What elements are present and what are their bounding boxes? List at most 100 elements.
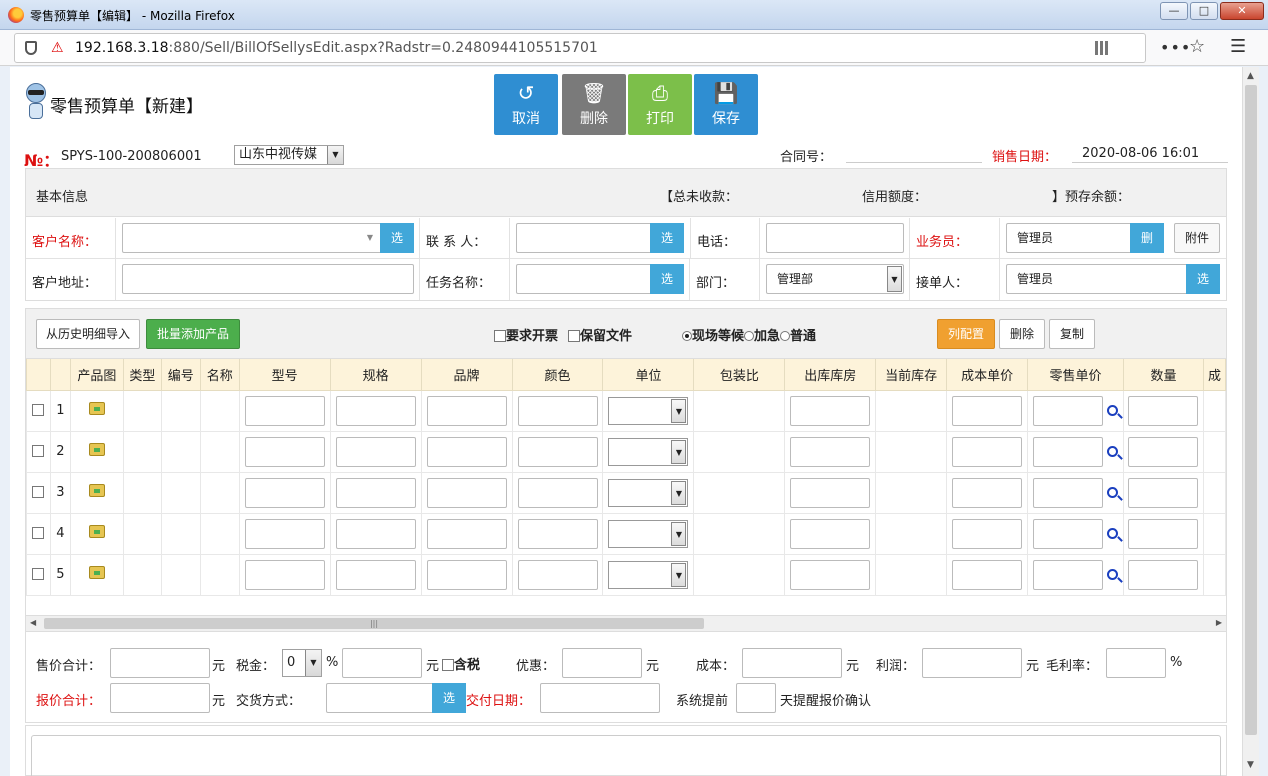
- invoice-option[interactable]: 要求开票: [494, 325, 558, 344]
- cost-price-input[interactable]: [952, 395, 1023, 426]
- product-image-icon[interactable]: [88, 484, 105, 497]
- search-icon[interactable]: [1107, 487, 1119, 498]
- task-select-button[interactable]: 选: [650, 264, 684, 294]
- contact-select-button[interactable]: 选: [650, 223, 684, 253]
- delivery-method-select-button[interactable]: 选: [432, 683, 466, 713]
- attachment-button[interactable]: 附件: [1174, 223, 1220, 253]
- spec-input[interactable]: [335, 559, 416, 590]
- unit-select[interactable]: ▼: [608, 437, 689, 466]
- cost-price-input[interactable]: [952, 518, 1023, 549]
- warehouse-input[interactable]: [790, 395, 871, 426]
- model-input[interactable]: [244, 395, 325, 426]
- spec-input[interactable]: [335, 477, 416, 508]
- scroll-left-icon[interactable]: ◀: [30, 618, 36, 627]
- color-input[interactable]: [517, 477, 598, 508]
- warehouse-input[interactable]: [790, 436, 871, 467]
- page-actions-icon[interactable]: •••: [1160, 38, 1191, 57]
- quantity-input[interactable]: [1128, 559, 1199, 590]
- close-window-button[interactable]: ✕: [1220, 2, 1264, 20]
- color-input[interactable]: [517, 518, 598, 549]
- horizontal-scrollbar[interactable]: ◀ ||| ▶: [26, 615, 1226, 632]
- model-input[interactable]: [244, 436, 325, 467]
- sale-total-input[interactable]: [110, 648, 210, 678]
- phone-input[interactable]: [766, 223, 904, 253]
- product-image-icon[interactable]: [88, 525, 105, 538]
- customer-select-button[interactable]: 选: [380, 223, 414, 253]
- batch-add-products-button[interactable]: 批量添加产品: [146, 319, 240, 349]
- retail-price-input[interactable]: [1033, 559, 1104, 590]
- color-input[interactable]: [517, 395, 598, 426]
- department-select[interactable]: 管理部 ▼: [766, 264, 904, 294]
- bookmark-star-icon[interactable]: ☆: [1189, 36, 1205, 57]
- row-checkbox[interactable]: [32, 527, 45, 539]
- cost-price-input[interactable]: [952, 559, 1023, 590]
- delivery-date-input[interactable]: [540, 683, 660, 713]
- quantity-input[interactable]: [1128, 395, 1199, 426]
- product-image-icon[interactable]: [88, 402, 105, 415]
- brand-input[interactable]: [426, 518, 507, 549]
- unit-select[interactable]: ▼: [608, 519, 689, 548]
- retail-price-input[interactable]: [1033, 518, 1104, 549]
- quote-total-input[interactable]: [110, 683, 210, 713]
- cost-input[interactable]: [742, 648, 842, 678]
- spec-input[interactable]: [335, 518, 416, 549]
- tax-included-checkbox[interactable]: [442, 659, 454, 671]
- margin-input[interactable]: [1106, 648, 1166, 678]
- copy-rows-button[interactable]: 复制: [1049, 319, 1095, 349]
- receiver-select-button[interactable]: 选: [1186, 264, 1220, 294]
- cost-price-input[interactable]: [952, 436, 1023, 467]
- vertical-scrollbar[interactable]: ▲ ▼: [1242, 67, 1259, 776]
- vertical-scroll-thumb[interactable]: [1245, 85, 1257, 735]
- color-input[interactable]: [517, 559, 598, 590]
- spec-input[interactable]: [335, 395, 416, 426]
- keep-file-checkbox[interactable]: [568, 330, 580, 342]
- row-checkbox[interactable]: [32, 486, 45, 498]
- product-image-icon[interactable]: [88, 566, 105, 579]
- company-select[interactable]: 山东中视传媒 ▼: [234, 145, 344, 165]
- brand-input[interactable]: [426, 436, 507, 467]
- save-button[interactable]: 💾 保存: [694, 74, 758, 135]
- scroll-down-icon[interactable]: ▼: [1247, 760, 1254, 770]
- brand-input[interactable]: [426, 395, 507, 426]
- minimize-button[interactable]: —: [1160, 2, 1188, 20]
- product-image-icon[interactable]: [88, 443, 105, 456]
- retail-price-input[interactable]: [1033, 477, 1104, 508]
- contact-input[interactable]: [516, 223, 656, 253]
- contract-field[interactable]: [846, 143, 982, 163]
- row-checkbox[interactable]: [32, 445, 45, 457]
- model-input[interactable]: [244, 518, 325, 549]
- hamburger-menu-icon[interactable]: ☰: [1230, 36, 1246, 57]
- insecure-lock-icon[interactable]: ⚠: [51, 40, 67, 56]
- keep-file-option[interactable]: 保留文件: [568, 325, 632, 344]
- urgency-radio-onsite[interactable]: [682, 331, 692, 341]
- discount-input[interactable]: [562, 648, 642, 678]
- customer-address-input[interactable]: [122, 264, 414, 294]
- warehouse-input[interactable]: [790, 518, 871, 549]
- tracking-shield-icon[interactable]: [25, 41, 37, 55]
- remarks-textarea[interactable]: [31, 735, 1221, 776]
- import-history-button[interactable]: 从历史明细导入: [36, 319, 140, 349]
- maximize-button[interactable]: □: [1190, 2, 1218, 20]
- profit-input[interactable]: [922, 648, 1022, 678]
- scroll-right-icon[interactable]: ▶: [1216, 618, 1222, 627]
- delete-rows-button[interactable]: 删除: [999, 319, 1045, 349]
- quantity-input[interactable]: [1128, 436, 1199, 467]
- url-text[interactable]: 192.168.3.18:880/Sell/BillOfSellysEdit.a…: [75, 40, 598, 56]
- unit-select[interactable]: ▼: [608, 478, 689, 507]
- search-icon[interactable]: [1107, 528, 1119, 539]
- brand-input[interactable]: [426, 477, 507, 508]
- task-name-input[interactable]: [516, 264, 656, 294]
- invoice-checkbox[interactable]: [494, 330, 506, 342]
- row-checkbox[interactable]: [32, 568, 45, 580]
- search-icon[interactable]: [1107, 446, 1119, 457]
- remind-days-input[interactable]: [736, 683, 776, 713]
- unit-select[interactable]: ▼: [608, 560, 689, 589]
- brand-input[interactable]: [426, 559, 507, 590]
- delivery-method-input[interactable]: [326, 683, 436, 713]
- scroll-up-icon[interactable]: ▲: [1247, 71, 1254, 81]
- model-input[interactable]: [244, 477, 325, 508]
- urgency-radio-urgent[interactable]: [744, 331, 755, 341]
- scroll-thumb[interactable]: |||: [44, 618, 704, 629]
- unit-select[interactable]: ▼: [608, 396, 689, 425]
- row-checkbox[interactable]: [32, 404, 45, 416]
